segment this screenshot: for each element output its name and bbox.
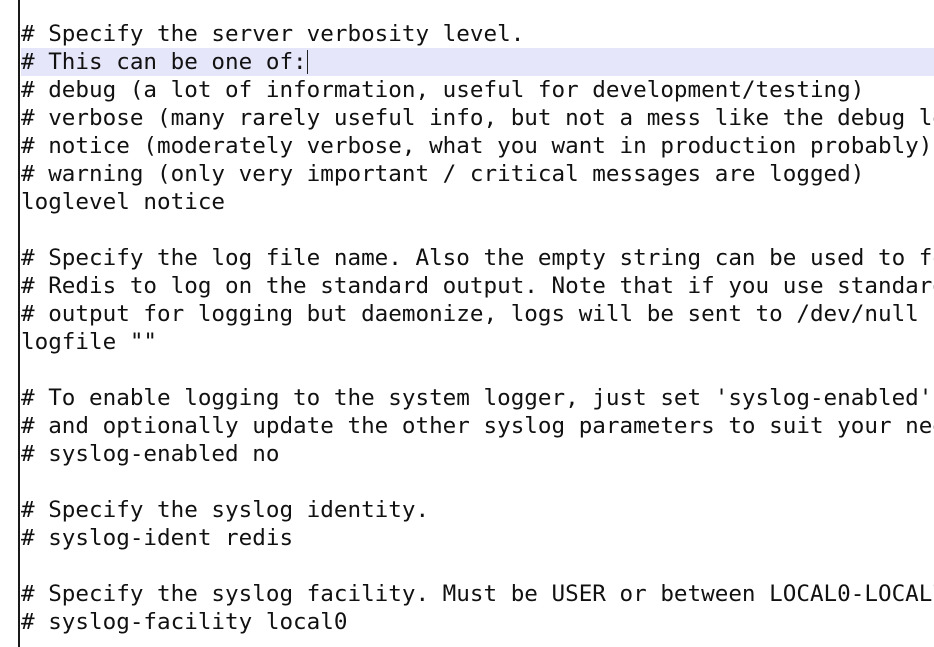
code-line-2-current[interactable]: # This can be one of:	[21, 48, 934, 76]
code-line-text: # This can be one of:	[21, 49, 307, 75]
text-cursor	[306, 50, 308, 74]
code-line-text: # syslog-ident redis	[21, 525, 294, 551]
code-line-text: # Specify the server verbosity level.	[21, 21, 525, 47]
code-line-12[interactable]: logfile ""	[21, 328, 934, 356]
code-line-text: # and optionally update the other syslog…	[21, 413, 934, 439]
text-editor[interactable]: # Specify the server verbosity level. # …	[0, 0, 934, 647]
code-line-6[interactable]: # warning (only very important / critica…	[21, 160, 934, 188]
code-line-text: # Specify the syslog identity.	[21, 497, 430, 523]
code-line-text: # output for logging but daemonize, logs…	[21, 301, 919, 327]
code-line-18[interactable]: # Specify the syslog identity.	[21, 496, 934, 524]
code-line-text: # To enable logging to the system logger…	[21, 385, 933, 411]
code-line-19[interactable]: # syslog-ident redis	[21, 524, 934, 552]
code-line-4[interactable]: # verbose (many rarely useful info, but …	[21, 104, 934, 132]
code-line-text: # debug (a lot of information, useful fo…	[21, 77, 865, 103]
code-line-16[interactable]: # syslog-enabled no	[21, 440, 934, 468]
code-line-text: loglevel notice	[21, 189, 226, 215]
code-line-21[interactable]: # Specify the syslog facility. Must be U…	[21, 580, 934, 608]
code-line-10[interactable]: # Redis to log on the standard output. N…	[21, 272, 934, 300]
code-line-7[interactable]: loglevel notice	[21, 188, 934, 216]
code-line-11[interactable]: # output for logging but daemonize, logs…	[21, 300, 934, 328]
code-line-17[interactable]	[21, 468, 934, 496]
code-line-8[interactable]	[21, 216, 934, 244]
code-line-text: logfile ""	[21, 329, 158, 355]
code-line-5[interactable]: # notice (moderately verbose, what you w…	[21, 132, 934, 160]
code-line-1[interactable]: # Specify the server verbosity level.	[21, 20, 934, 48]
code-line-text: # Redis to log on the standard output. N…	[21, 273, 934, 299]
code-line-14[interactable]: # To enable logging to the system logger…	[21, 384, 934, 412]
code-line-text: # verbose (many rarely useful info, but …	[21, 105, 934, 131]
code-line-9[interactable]: # Specify the log file name. Also the em…	[21, 244, 934, 272]
editor-lines[interactable]: # Specify the server verbosity level. # …	[21, 20, 934, 636]
code-line-22[interactable]: # syslog-facility local0	[21, 608, 934, 636]
code-line-3[interactable]: # debug (a lot of information, useful fo…	[21, 76, 934, 104]
code-line-text: # notice (moderately verbose, what you w…	[21, 133, 933, 159]
code-line-20[interactable]	[21, 552, 934, 580]
code-line-15[interactable]: # and optionally update the other syslog…	[21, 412, 934, 440]
code-line-text: # warning (only very important / critica…	[21, 161, 865, 187]
editor-left-border	[18, 0, 20, 647]
code-line-13[interactable]	[21, 356, 934, 384]
code-line-text: # Specify the log file name. Also the em…	[21, 245, 934, 271]
code-line-text: # syslog-enabled no	[21, 441, 280, 467]
code-line-text: # Specify the syslog facility. Must be U…	[21, 581, 934, 607]
code-line-text: # syslog-facility local0	[21, 609, 348, 635]
